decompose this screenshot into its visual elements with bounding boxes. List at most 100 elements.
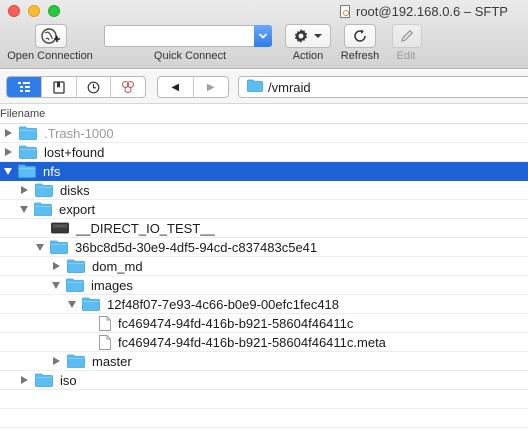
folder-icon <box>67 259 85 273</box>
tree-row-label: iso <box>60 372 77 388</box>
open-connection-button[interactable] <box>35 24 67 48</box>
forward-button[interactable]: ▶ <box>194 77 229 97</box>
window-title: root@192.168.0.6 – SFTP <box>340 3 508 19</box>
disclosure-triangle-expanded-icon[interactable] <box>52 281 60 289</box>
device-file-icon <box>51 222 69 234</box>
bonjour-tab[interactable] <box>111 77 145 97</box>
tree-row[interactable]: 36bc8d5d-30e9-4df5-94cd-c837483c5e41 <box>0 238 528 257</box>
file-icon <box>99 315 111 331</box>
folder-icon <box>34 202 52 216</box>
title-toolbar: root@192.168.0.6 – SFTP Open Connection … <box>0 0 528 69</box>
tree-row[interactable]: images <box>0 276 528 295</box>
tree-row[interactable]: disks <box>0 181 528 200</box>
gear-icon <box>294 29 308 43</box>
bonjour-icon <box>122 80 135 94</box>
tree-row-label: disks <box>60 182 90 198</box>
disclosure-triangle-collapsed-icon[interactable] <box>53 262 60 270</box>
folder-icon <box>50 240 68 254</box>
tree-row-label: export <box>59 201 96 217</box>
dropdown-arrow-icon <box>314 34 322 38</box>
history-navigation: ◀ ▶ <box>157 76 229 98</box>
disclosure-triangle-collapsed-icon[interactable] <box>53 357 60 365</box>
quick-connect-dropdown-button[interactable] <box>254 25 272 47</box>
filename-column-label: Filename <box>0 108 46 120</box>
tree-row-label: master <box>92 353 132 369</box>
chevron-down-icon <box>258 33 268 39</box>
document-icon <box>340 4 350 18</box>
edit-button[interactable] <box>392 24 422 48</box>
navigation-bar: ◀ ▶ /vmraid <box>0 70 528 104</box>
disclosure-triangle-expanded-icon[interactable] <box>20 205 28 213</box>
close-window-button[interactable] <box>8 5 20 17</box>
folder-icon <box>35 373 53 387</box>
tree-row-label: images <box>91 277 133 293</box>
folder-icon <box>19 126 37 140</box>
folder-icon <box>18 164 36 178</box>
tree-row[interactable]: nfs <box>0 162 528 181</box>
disclosure-triangle-expanded-icon[interactable] <box>68 300 76 308</box>
filename-column-header[interactable]: Filename <box>0 105 528 124</box>
disclosure-triangle-collapsed-icon[interactable] <box>21 186 28 194</box>
disclosure-triangle-expanded-icon[interactable] <box>36 243 44 251</box>
minimize-window-button[interactable] <box>28 5 40 17</box>
tree-row[interactable]: .Trash-1000 <box>0 124 528 143</box>
tree-row-label: .Trash-1000 <box>44 125 114 141</box>
action-button[interactable] <box>285 24 331 48</box>
empty-row <box>0 390 528 409</box>
tree-row[interactable]: dom_md <box>0 257 528 276</box>
action-label: Action <box>292 50 324 62</box>
tree-row-label: lost+found <box>44 144 105 160</box>
file-tree: .Trash-1000 lost+found nfs disks export __DIR… <box>0 124 528 428</box>
folder-icon <box>66 278 84 292</box>
window-title-text: root@192.168.0.6 – SFTP <box>356 3 508 19</box>
zoom-window-button[interactable] <box>48 5 60 17</box>
folder-icon <box>82 297 100 311</box>
tree-row[interactable]: export <box>0 200 528 219</box>
quick-connect-combo[interactable] <box>104 25 272 47</box>
bookmark-book-icon <box>52 80 65 94</box>
path-popup[interactable]: /vmraid <box>238 76 528 98</box>
refresh-button[interactable] <box>344 24 376 48</box>
tree-row[interactable]: master <box>0 352 528 371</box>
bookmarks-tab[interactable] <box>42 77 77 97</box>
tree-row-label: __DIRECT_IO_TEST__ <box>76 220 215 236</box>
folder-icon <box>67 354 85 368</box>
history-tab[interactable] <box>77 77 112 97</box>
tree-row-label: fc469474-94fd-416b-b921-58604f46411c.met… <box>118 334 386 350</box>
folder-icon <box>35 183 53 197</box>
refresh-icon <box>354 29 366 42</box>
refresh-label: Refresh <box>340 50 380 62</box>
quick-connect-label: Quick Connect <box>153 50 227 62</box>
disclosure-triangle-expanded-icon[interactable] <box>4 167 12 175</box>
back-button[interactable]: ◀ <box>158 77 194 97</box>
tree-row[interactable]: iso <box>0 371 528 390</box>
browser-view-tab[interactable] <box>7 77 42 97</box>
disclosure-triangle-collapsed-icon[interactable] <box>5 129 12 137</box>
tree-row[interactable]: fc469474-94fd-416b-b921-58604f46411c.met… <box>0 333 528 352</box>
edit-label: Edit <box>396 50 416 62</box>
current-path: /vmraid <box>268 79 311 95</box>
tree-row[interactable]: fc469474-94fd-416b-b921-58604f46411c <box>0 314 528 333</box>
outline-list-icon <box>17 82 30 92</box>
globe-plus-icon <box>41 28 60 44</box>
file-icon <box>99 334 111 350</box>
tree-row-label: 12f48f07-7e93-4c66-b0e9-00efc1fec418 <box>107 296 340 312</box>
empty-row <box>0 409 528 428</box>
tree-row[interactable]: lost+found <box>0 143 528 162</box>
sftp-window: root@192.168.0.6 – SFTP Open Connection … <box>0 0 528 438</box>
tree-row-label: dom_md <box>92 258 143 274</box>
tree-row[interactable]: 12f48f07-7e93-4c66-b0e9-00efc1fec418 <box>0 295 528 314</box>
folder-icon <box>247 79 263 95</box>
tree-row[interactable]: __DIRECT_IO_TEST__ <box>0 219 528 238</box>
pencil-icon <box>401 29 414 42</box>
view-mode-segmented-control <box>6 76 146 98</box>
clock-icon <box>87 81 100 93</box>
tree-row-label: nfs <box>43 163 61 179</box>
disclosure-triangle-collapsed-icon[interactable] <box>21 376 28 384</box>
disclosure-triangle-collapsed-icon[interactable] <box>5 148 12 156</box>
open-connection-label: Open Connection <box>7 50 93 62</box>
tree-row-label: fc469474-94fd-416b-b921-58604f46411c <box>118 315 354 331</box>
